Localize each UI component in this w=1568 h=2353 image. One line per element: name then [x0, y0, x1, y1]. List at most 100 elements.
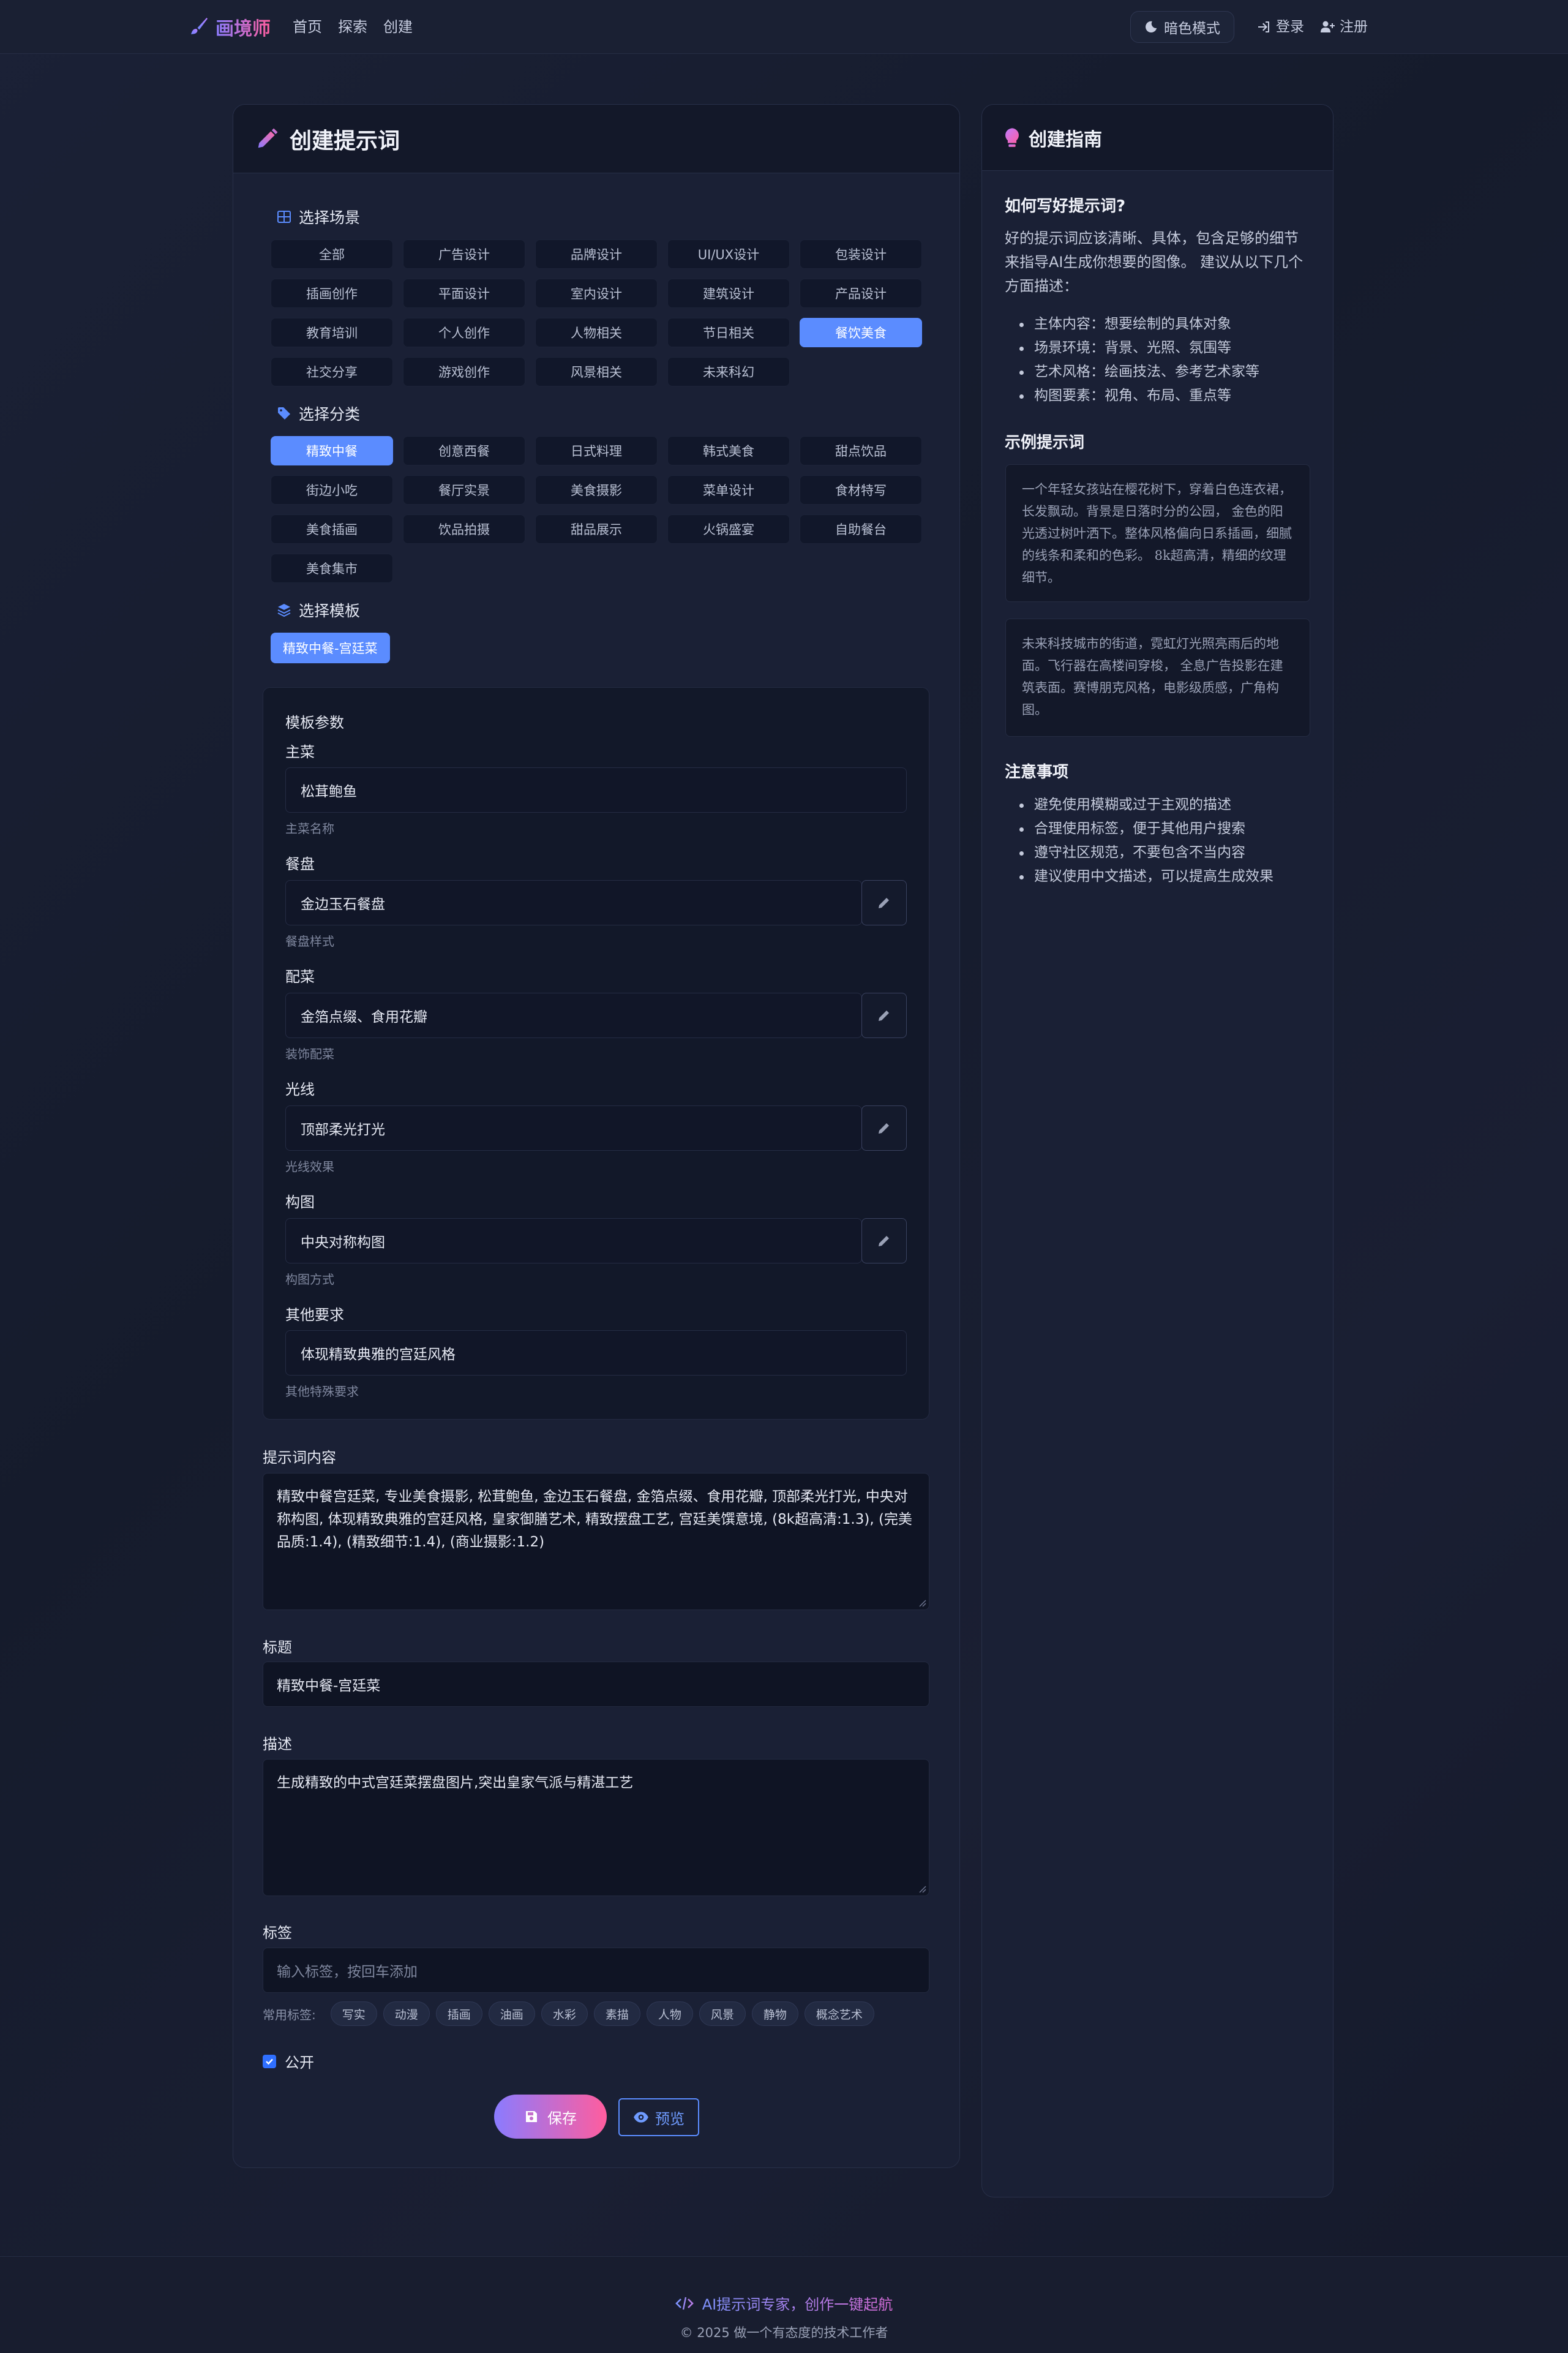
common-tag[interactable]: 风景 — [699, 2001, 746, 2026]
nav-links: 首页 探索 创建 — [293, 16, 413, 38]
description-text: 生成精致的中式宫廷菜摆盘图片,突出皇家气派与精湛工艺 — [277, 1775, 634, 1791]
common-tag[interactable]: 人物 — [646, 2001, 693, 2026]
param-other-help: 其他特殊要求 — [285, 1384, 359, 1399]
common-tag[interactable]: 油画 — [488, 2001, 535, 2026]
pencil-icon — [258, 128, 278, 148]
guide-list-item: 场景环境：背景、光照、氛围等 — [1005, 336, 1259, 360]
dark-mode-button[interactable]: 暗色模式 — [1130, 11, 1234, 43]
save-button[interactable]: 保存 — [494, 2095, 607, 2139]
example-prompt-1: 一个年轻女孩站在樱花树下，穿着白色连衣裙，长发飘动。背景是日落时分的公园， 金色… — [1005, 464, 1310, 602]
category-chip[interactable]: 创意西餐 — [403, 436, 525, 465]
brand-logo[interactable]: 画境师 — [187, 13, 271, 40]
template-chip[interactable]: 精致中餐-宫廷菜 — [271, 633, 390, 663]
common-tag[interactable]: 动漫 — [383, 2001, 430, 2026]
category-chip[interactable]: 自助餐台 — [800, 514, 922, 544]
title-label: 标题 — [263, 1639, 292, 1656]
tags-input[interactable]: 输入标签，按回车添加 — [263, 1948, 929, 1993]
category-chip[interactable]: 菜单设计 — [667, 475, 790, 505]
category-chip[interactable]: 甜品展示 — [535, 514, 658, 544]
scene-chip[interactable]: 品牌设计 — [535, 239, 658, 269]
category-chip[interactable]: 美食摄影 — [535, 475, 658, 505]
pencil-icon — [879, 1123, 889, 1134]
category-chip[interactable]: 美食集市 — [271, 554, 393, 583]
pencil-icon — [879, 1236, 889, 1246]
resize-handle-icon[interactable] — [918, 1598, 926, 1607]
category-chip[interactable]: 韩式美食 — [667, 436, 790, 465]
common-tag[interactable]: 素描 — [593, 2001, 640, 2026]
common-tag[interactable]: 水彩 — [541, 2001, 588, 2026]
param-lighting-edit-button[interactable] — [861, 1105, 907, 1151]
scene-chip[interactable]: 全部 — [271, 239, 393, 269]
register-link[interactable]: 注册 — [1320, 16, 1368, 38]
category-chip[interactable]: 精致中餐 — [271, 436, 393, 465]
pencil-icon — [879, 1011, 889, 1021]
param-lighting-input[interactable]: 顶部柔光打光 — [285, 1105, 862, 1151]
title-input[interactable]: 精致中餐-宫廷菜 — [263, 1662, 929, 1707]
scene-chip[interactable]: UI/UX设计 — [667, 239, 790, 269]
scene-chip[interactable]: 室内设计 — [535, 279, 658, 308]
content-textarea[interactable]: 精致中餐宫廷菜, 专业美食摄影, 松茸鲍鱼, 金边玉石餐盘, 金箔点缀、食用花瓣… — [263, 1473, 929, 1610]
scene-chip[interactable]: 风景相关 — [535, 357, 658, 386]
common-tags-label: 常用标签: — [263, 2007, 316, 2022]
dark-mode-label: 暗色模式 — [1164, 21, 1220, 37]
param-main-dish-input[interactable]: 松茸鲍鱼 — [285, 767, 907, 813]
scene-chip[interactable]: 餐饮美食 — [800, 318, 922, 347]
description-textarea[interactable]: 生成精致的中式宫廷菜摆盘图片,突出皇家气派与精湛工艺 — [263, 1759, 929, 1896]
scene-chip[interactable]: 未来科幻 — [667, 357, 790, 386]
category-chip[interactable]: 食材特写 — [800, 475, 922, 505]
footer-tagline: AI提示词专家，创作一键起航 — [0, 2292, 1568, 2314]
params-title: 模板参数 — [285, 714, 344, 731]
scene-chip[interactable]: 游戏创作 — [403, 357, 525, 386]
guide-list-item: 主体内容：想要绘制的具体对象 — [1005, 312, 1259, 336]
checkbox-checked-icon[interactable] — [263, 2054, 276, 2068]
category-chip[interactable]: 火锅盛宴 — [667, 514, 790, 544]
public-label: 公开 — [285, 2054, 314, 2071]
scene-chip[interactable]: 广告设计 — [403, 239, 525, 269]
content-text: 精致中餐宫廷菜, 专业美食摄影, 松茸鲍鱼, 金边玉石餐盘, 金箔点缀、食用花瓣… — [277, 1489, 912, 1550]
preview-button[interactable]: 预览 — [618, 2098, 699, 2136]
guide-example-title: 示例提示词 — [1005, 434, 1085, 452]
guide-notes-title: 注意事项 — [1005, 763, 1069, 781]
scene-chip[interactable]: 节日相关 — [667, 318, 790, 347]
param-main-dish-label: 主菜 — [285, 744, 315, 761]
resize-handle-icon[interactable] — [918, 1884, 926, 1893]
common-tag[interactable]: 写实 — [330, 2001, 377, 2026]
scene-chip[interactable]: 产品设计 — [800, 279, 922, 308]
category-chip[interactable]: 饮品拍摄 — [403, 514, 525, 544]
param-composition-edit-button[interactable] — [861, 1218, 907, 1263]
guide-notes-list: 避免使用模糊或过于主观的描述 合理使用标签，便于其他用户搜索 遵守社区规范，不要包含… — [1005, 793, 1274, 889]
scene-chip[interactable]: 包装设计 — [800, 239, 922, 269]
footer: AI提示词专家，创作一键起航 © 2025 做一个有态度的技术工作者 — [0, 2256, 1568, 2353]
category-chip[interactable]: 街边小吃 — [271, 475, 393, 505]
common-tag[interactable]: 插画 — [435, 2001, 482, 2026]
nav-home[interactable]: 首页 — [293, 16, 322, 38]
common-tag[interactable]: 概念艺术 — [804, 2001, 874, 2026]
template-section-label: 选择模板 — [277, 599, 360, 621]
common-tag[interactable]: 静物 — [751, 2001, 798, 2026]
brand-name: 画境师 — [216, 13, 271, 40]
param-plate-input[interactable]: 金边玉石餐盘 — [285, 880, 862, 925]
category-chip[interactable]: 美食插画 — [271, 514, 393, 544]
nav-explore[interactable]: 探索 — [338, 16, 367, 38]
scene-chip[interactable]: 平面设计 — [403, 279, 525, 308]
param-side-dish-input[interactable]: 金箔点缀、食用花瓣 — [285, 993, 862, 1038]
eye-icon — [634, 2112, 648, 2123]
guide-list-item: 合理使用标签，便于其他用户搜索 — [1005, 817, 1274, 841]
public-toggle[interactable]: 公开 — [263, 2050, 314, 2072]
param-plate-edit-button[interactable] — [861, 880, 907, 925]
nav-create[interactable]: 创建 — [383, 16, 413, 38]
scene-chip[interactable]: 建筑设计 — [667, 279, 790, 308]
scene-chip[interactable]: 社交分享 — [271, 357, 393, 386]
param-other-input[interactable]: 体现精致典雅的宫廷风格 — [285, 1330, 907, 1376]
scene-section-label: 选择场景 — [277, 206, 360, 228]
scene-chip[interactable]: 个人创作 — [403, 318, 525, 347]
category-chip[interactable]: 甜点饮品 — [800, 436, 922, 465]
param-side-dish-edit-button[interactable] — [861, 993, 907, 1038]
scene-chip[interactable]: 人物相关 — [535, 318, 658, 347]
scene-chip[interactable]: 插画创作 — [271, 279, 393, 308]
login-link[interactable]: 登录 — [1256, 16, 1304, 38]
category-chip[interactable]: 日式料理 — [535, 436, 658, 465]
category-chip[interactable]: 餐厅实景 — [403, 475, 525, 505]
param-composition-input[interactable]: 中央对称构图 — [285, 1218, 862, 1263]
scene-chip[interactable]: 教育培训 — [271, 318, 393, 347]
